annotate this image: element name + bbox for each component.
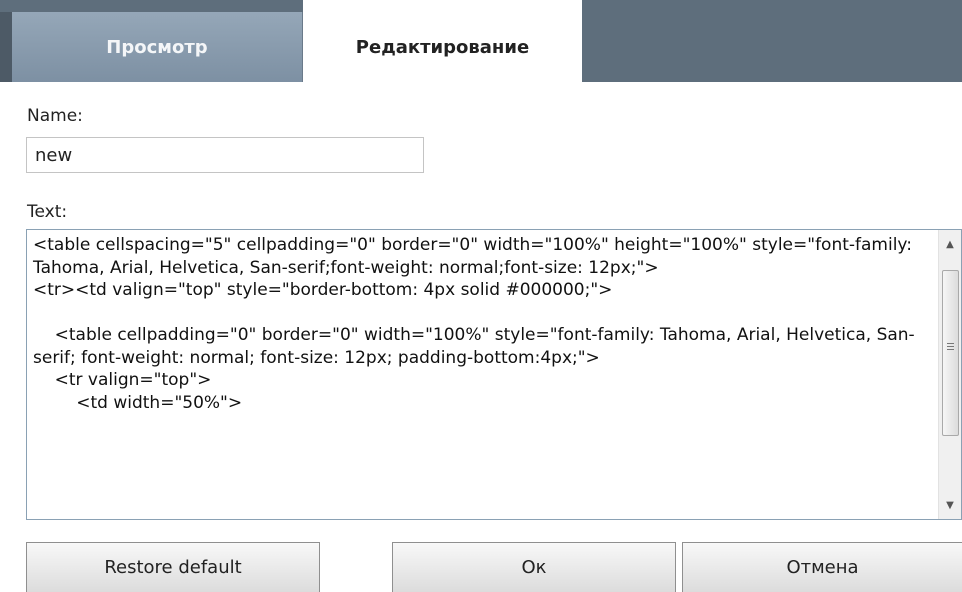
restore-default-button[interactable]: Restore default [26,542,320,592]
tab-view-label: Просмотр [106,36,208,58]
tab-view[interactable]: Просмотр [12,12,303,82]
arrow-up-icon[interactable]: ▲ [939,234,961,254]
tab-edit[interactable]: Редактирование [303,0,582,82]
scroll-thumb[interactable] [942,270,959,436]
text-area[interactable]: <table cellspacing="5" cellpadding="0" b… [27,230,937,519]
grip-icon [947,343,954,344]
vertical-scrollbar[interactable]: ▲ ▼ [938,230,961,519]
cancel-button[interactable]: Отмена [682,542,962,592]
text-editor: <table cellspacing="5" cellpadding="0" b… [26,229,962,520]
ok-label: Ок [521,557,547,578]
name-input[interactable] [26,137,424,173]
tab-bar: Просмотр Редактирование [0,0,962,82]
tab-bar-edge [0,12,12,82]
restore-default-label: Restore default [104,557,242,578]
text-label: Text: [27,202,68,222]
arrow-down-icon[interactable]: ▼ [939,495,961,515]
tab-edit-label: Редактирование [355,36,530,58]
cancel-label: Отмена [786,557,859,578]
ok-button[interactable]: Ок [392,542,676,592]
name-label: Name: [27,106,83,126]
